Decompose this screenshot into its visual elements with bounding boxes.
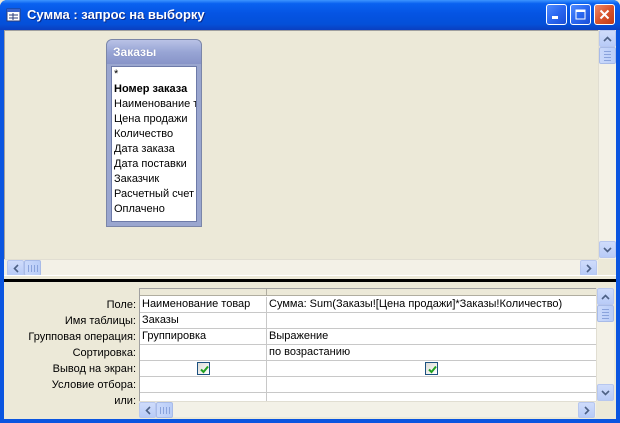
scroll-right-button[interactable] xyxy=(580,260,597,276)
grid-row-label: или: xyxy=(114,395,136,407)
scroll-thumb-horizontal[interactable] xyxy=(24,260,41,276)
grid-row-label: Условие отбора: xyxy=(51,379,136,391)
grid-scroll-up-button[interactable] xyxy=(597,288,614,305)
checkmark-icon xyxy=(199,365,209,374)
minimize-button[interactable] xyxy=(546,4,567,25)
window-frame-right xyxy=(616,30,620,423)
lower-horizontal-scrollbar[interactable] xyxy=(139,401,596,418)
table-canvas[interactable]: Заказы * Номер заказа Наименование т Цена п… xyxy=(4,30,598,259)
show-checkbox[interactable] xyxy=(425,362,438,375)
grid-cell-field[interactable]: Сумма: Sum(Заказы![Цена продажи]*Заказы!… xyxy=(267,297,596,313)
grid-cell-table[interactable]: Заказы xyxy=(140,313,267,329)
chevron-down-icon xyxy=(603,246,612,253)
field-item[interactable]: Оплачено xyxy=(112,202,196,217)
grid-row-label: Сортировка: xyxy=(72,347,136,359)
grid-cell-criteria[interactable] xyxy=(267,377,596,393)
grid-cell-field[interactable]: Наименование товар xyxy=(140,297,267,313)
grid-scroll-thumb[interactable] xyxy=(597,305,614,322)
grid-cell-group[interactable]: Группировка xyxy=(140,329,267,345)
grid-cell-sort[interactable]: по возрастанию xyxy=(267,345,596,361)
column-selector[interactable] xyxy=(140,289,267,296)
chevron-right-icon xyxy=(583,405,590,415)
field-item[interactable]: * xyxy=(112,67,196,82)
grid-row-label: Поле: xyxy=(106,299,136,311)
grid-scroll-down-button[interactable] xyxy=(597,384,614,401)
grid-row-label: Вывод на экран: xyxy=(52,363,136,375)
close-button[interactable] xyxy=(594,4,615,25)
grid-cell-group[interactable]: Выражение xyxy=(267,329,596,345)
grid-scroll-right-button[interactable] xyxy=(578,402,595,418)
grid-cell-sort[interactable] xyxy=(140,345,267,361)
chevron-left-icon xyxy=(12,263,19,273)
window-title: Сумма : запрос на выборку xyxy=(27,7,205,22)
query-window: Сумма : запрос на выборку Заказы * Номер … xyxy=(0,0,620,423)
title-bar[interactable]: Сумма : запрос на выборку xyxy=(0,0,620,30)
grid-scroll-thumb-horizontal[interactable] xyxy=(156,402,173,418)
minimize-icon xyxy=(552,16,558,19)
grid-scroll-left-button[interactable] xyxy=(139,402,156,418)
chevron-down-icon xyxy=(601,389,610,396)
maximize-button[interactable] xyxy=(570,4,591,25)
chevron-up-icon xyxy=(603,35,612,42)
upper-horizontal-scrollbar[interactable] xyxy=(4,259,598,276)
scroll-down-button[interactable] xyxy=(599,241,616,258)
grid-cell-show[interactable] xyxy=(267,361,596,377)
query-design-grid[interactable]: Наименование товар Заказы Группировка Сумма… xyxy=(139,288,596,401)
grid-cell-show[interactable] xyxy=(140,361,267,377)
table-name[interactable]: Заказы xyxy=(107,40,201,64)
grid-cell-table[interactable] xyxy=(267,313,596,329)
scroll-up-button[interactable] xyxy=(599,30,616,47)
close-icon xyxy=(599,9,610,20)
grid-cell-criteria[interactable] xyxy=(140,377,267,393)
query-icon xyxy=(6,7,22,23)
table-field-list[interactable]: Заказы * Номер заказа Наименование т Цена п… xyxy=(106,39,202,227)
field-item[interactable]: Наименование т xyxy=(112,97,196,112)
scroll-thumb[interactable] xyxy=(599,47,616,64)
grid-row-label: Имя таблицы: xyxy=(64,315,136,327)
field-item[interactable]: Количество xyxy=(112,127,196,142)
grid-cell-or[interactable] xyxy=(267,393,596,401)
chevron-up-icon xyxy=(601,293,610,300)
field-item[interactable]: Дата поставки xyxy=(112,157,196,172)
field-item[interactable]: Дата заказа xyxy=(112,142,196,157)
show-checkbox[interactable] xyxy=(196,362,210,375)
chevron-right-icon xyxy=(585,263,592,273)
lower-vertical-scrollbar[interactable] xyxy=(596,288,614,401)
maximize-icon xyxy=(575,9,586,20)
grid-row-label: Групповая операция: xyxy=(28,331,136,343)
scroll-left-button[interactable] xyxy=(7,260,24,276)
chevron-left-icon xyxy=(144,405,151,415)
field-list: * Номер заказа Наименование т Цена продажи К… xyxy=(111,66,197,222)
field-item[interactable]: Цена продажи xyxy=(112,112,196,127)
field-item[interactable]: Расчетный счет xyxy=(112,187,196,202)
pane-splitter[interactable] xyxy=(4,275,616,284)
checkmark-icon xyxy=(428,365,437,374)
upper-vertical-scrollbar[interactable] xyxy=(598,30,616,259)
table-pane: Заказы * Номер заказа Наименование т Цена п… xyxy=(4,30,616,276)
column-selector[interactable] xyxy=(267,289,596,296)
query-grid-pane: Поле: Имя таблицы: Групповая операция: Сорт… xyxy=(4,284,616,419)
field-item[interactable]: Заказчик xyxy=(112,172,196,187)
grid-cell-or[interactable] xyxy=(140,393,267,401)
field-item[interactable]: Номер заказа xyxy=(112,82,196,97)
